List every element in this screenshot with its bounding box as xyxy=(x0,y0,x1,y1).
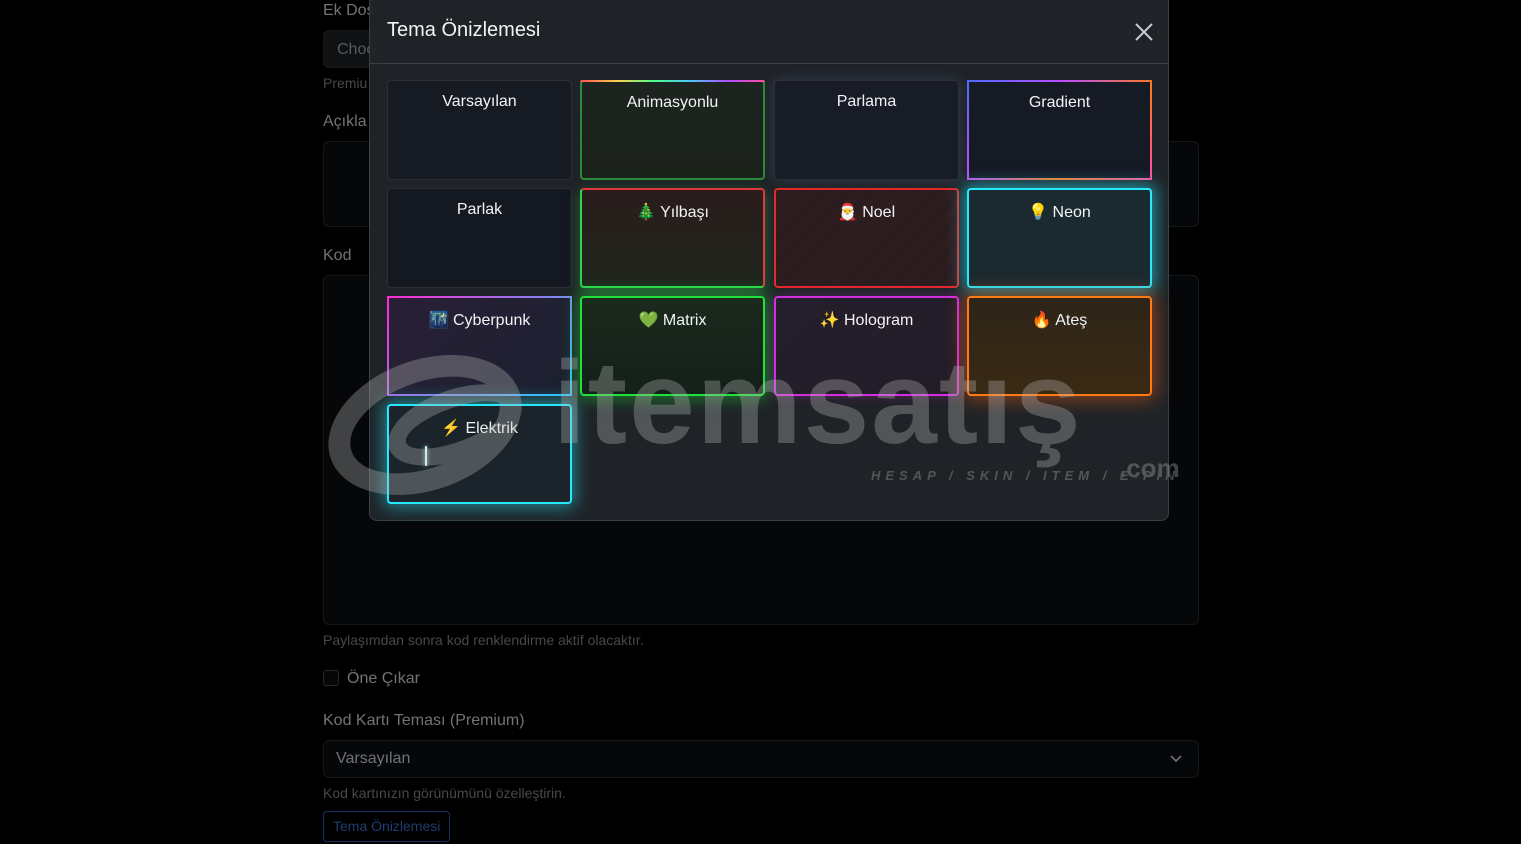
theme-card-ates[interactable]: 🔥 Ateş xyxy=(967,296,1152,396)
theme-card-yilbasi[interactable]: 🎄 Yılbaşı xyxy=(580,188,765,288)
theme-card-label: ✨ Hologram xyxy=(819,312,914,329)
modal-title: Tema Önizlemesi xyxy=(387,19,541,41)
theme-card-parlama[interactable]: Parlama xyxy=(774,80,959,180)
theme-card-cyberpunk[interactable]: 🌃 Cyberpunk xyxy=(387,296,572,396)
theme-card-label: 🎅 Noel xyxy=(837,204,896,221)
theme-card-label: 🎄 Yılbaşı xyxy=(636,204,709,221)
theme-card-elektrik[interactable]: ⚡ Elektrik xyxy=(387,404,572,504)
theme-card-label: Animasyonlu xyxy=(626,94,719,111)
close-icon[interactable] xyxy=(1132,20,1156,44)
theme-card-label: Varsayılan xyxy=(442,93,517,110)
theme-card-label: ⚡ Elektrik xyxy=(441,420,518,437)
theme-card-neon[interactable]: 💡 Neon xyxy=(967,188,1152,288)
theme-card-label: Parlama xyxy=(836,93,897,110)
theme-card-label: Gradient xyxy=(1028,94,1091,111)
theme-preview-modal: Tema Önizlemesi Varsayılan Animasyonlu P… xyxy=(369,0,1169,521)
theme-card-hologram[interactable]: ✨ Hologram xyxy=(774,296,959,396)
theme-card-animasyonlu[interactable]: Animasyonlu xyxy=(580,80,765,180)
theme-card-label: 🌃 Cyberpunk xyxy=(428,312,531,329)
modal-header: Tema Önizlemesi xyxy=(370,0,1168,64)
theme-card-label: Parlak xyxy=(456,201,503,218)
theme-card-label: 💡 Neon xyxy=(1028,204,1091,221)
theme-card-label: 💚 Matrix xyxy=(638,312,707,329)
theme-card-varsayilan[interactable]: Varsayılan xyxy=(387,80,572,180)
theme-card-label: 🔥 Ateş xyxy=(1031,312,1088,329)
spark-icon xyxy=(425,446,427,466)
theme-card-gradient[interactable]: Gradient xyxy=(967,80,1152,180)
theme-card-noel[interactable]: 🎅 Noel xyxy=(774,188,959,288)
theme-card-parlak[interactable]: Parlak xyxy=(387,188,572,288)
theme-card-matrix[interactable]: 💚 Matrix xyxy=(580,296,765,396)
rainbow-border xyxy=(580,80,765,82)
